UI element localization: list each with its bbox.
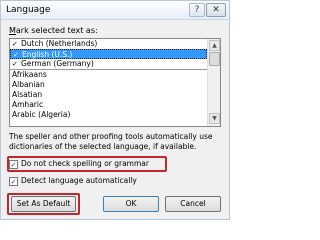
- detect-language-label: Detect language automatically: [21, 176, 137, 185]
- language-label: Afrikaans: [12, 70, 47, 79]
- proofing-info-text: The speller and other proofing tools aut…: [9, 132, 213, 151]
- language-list-item[interactable]: ✓ German (Germany): [10, 59, 207, 70]
- language-list-item[interactable]: ✓ Dutch (Netherlands): [10, 39, 207, 49]
- no-check-checkbox[interactable]: ✓: [9, 159, 18, 169]
- detect-language-checkbox[interactable]: ✓: [9, 176, 18, 186]
- ok-button[interactable]: OK: [103, 196, 159, 212]
- scroll-down-arrow-icon[interactable]: ▼: [209, 113, 220, 124]
- close-button[interactable]: ✕: [206, 3, 226, 17]
- detect-language-option[interactable]: ✓ Detect language automatically: [9, 175, 137, 186]
- title-bar[interactable]: Language ? ✕: [1, 1, 229, 20]
- language-label: Albanian: [12, 80, 45, 89]
- spell-check-icon: ✓: [12, 60, 18, 68]
- language-dialog: Language ? ✕ Mark selected text as: ✓ Dut…: [0, 0, 230, 220]
- language-list[interactable]: ✓ Dutch (Netherlands) ✓ English (U.S.) ✓ Germ…: [9, 38, 221, 127]
- list-scrollbar[interactable]: ▲ ▼: [207, 39, 220, 126]
- spell-check-icon: ✓: [12, 40, 18, 48]
- language-list-item[interactable]: Alsatian: [10, 90, 207, 100]
- cancel-button[interactable]: Cancel: [165, 196, 221, 212]
- dialog-title: Language: [6, 5, 51, 15]
- language-list-item[interactable]: ✓ English (U.S.): [10, 49, 207, 59]
- language-label: German (Germany): [21, 59, 94, 68]
- language-list-item[interactable]: Albanian: [10, 80, 207, 90]
- scroll-thumb[interactable]: [209, 52, 220, 66]
- mark-label-rest: ark selected text as:: [15, 26, 98, 35]
- mark-label-accel: M: [9, 26, 16, 35]
- no-check-label: Do not check spelling or grammar: [21, 159, 149, 168]
- language-label: Amharic: [12, 100, 44, 109]
- language-label: English (U.S.): [22, 50, 73, 59]
- language-label: Arabic (Algeria): [12, 110, 71, 119]
- language-list-item[interactable]: Amharic: [10, 100, 207, 110]
- no-check-option[interactable]: ✓ Do not check spelling or grammar: [9, 158, 149, 169]
- mark-selected-text-label: Mark selected text as:: [9, 26, 98, 35]
- language-label: Alsatian: [12, 90, 43, 99]
- language-label: Dutch (Netherlands): [21, 39, 98, 48]
- language-list-items: ✓ Dutch (Netherlands) ✓ English (U.S.) ✓ Germ…: [10, 39, 207, 120]
- help-button[interactable]: ?: [189, 3, 205, 17]
- scroll-up-arrow-icon[interactable]: ▲: [209, 40, 220, 51]
- language-list-item[interactable]: Arabic (Algeria): [10, 110, 207, 120]
- language-list-item[interactable]: Afrikaans: [10, 70, 207, 80]
- set-as-default-button[interactable]: Set As Default: [11, 196, 76, 212]
